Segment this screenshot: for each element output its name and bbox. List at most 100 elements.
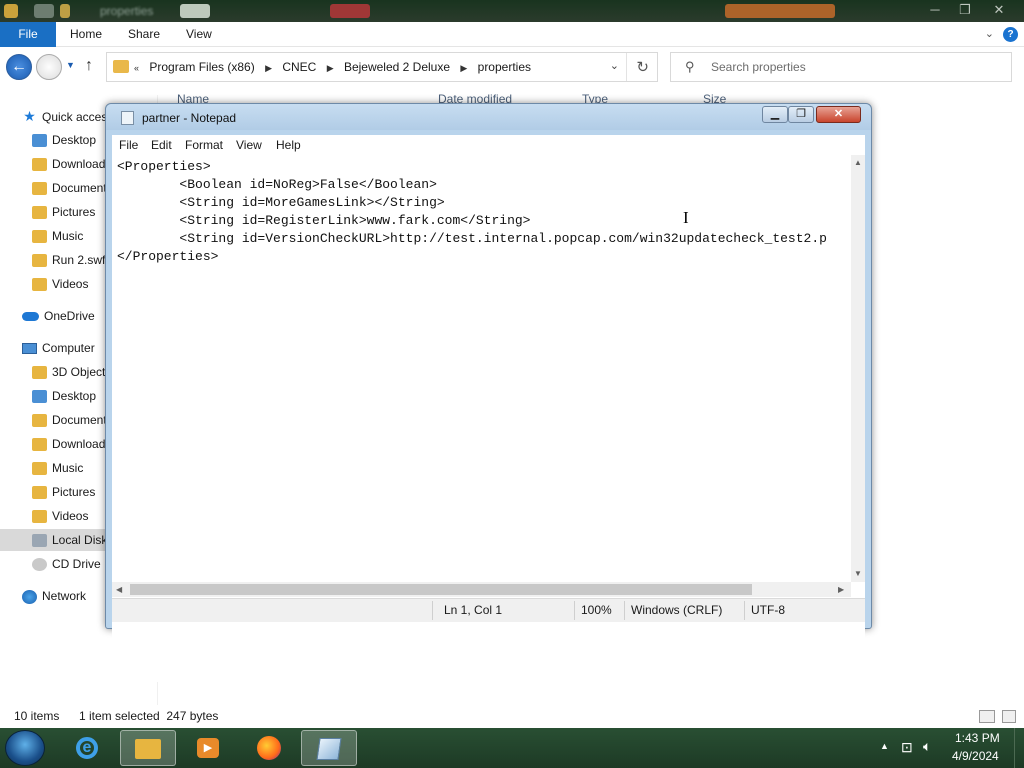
sidebar-item-label: CD Drive <box>52 557 101 571</box>
folder-icon <box>32 254 47 268</box>
back-arrow-icon[interactable]: ← <box>6 54 32 80</box>
firefox-logo <box>257 736 281 760</box>
horizontal-scroll-thumb[interactable] <box>130 584 752 595</box>
tab-home[interactable]: Home <box>56 22 116 47</box>
sidebar-item-label: Quick access <box>42 110 114 124</box>
item-count: 10 items <box>14 709 60 723</box>
encoding: UTF-8 <box>751 603 785 617</box>
firefox-icon[interactable] <box>241 730 297 766</box>
menu-file[interactable]: File <box>119 135 138 155</box>
explorer-app-icon <box>4 4 18 18</box>
ribbon: File Home Share View ⌄ ? <box>0 22 1024 47</box>
drive-icon <box>32 534 47 548</box>
explorer-title: properties <box>100 4 154 18</box>
breadcrumb-item[interactable]: CNEC <box>278 53 320 81</box>
help-icon[interactable]: ? <box>1003 27 1018 42</box>
explorer-status-bar: 10 items 1 item selected 247 bytes <box>0 705 1024 728</box>
tab-share[interactable]: Share <box>114 22 174 47</box>
scroll-up-icon[interactable]: ▲ <box>854 158 862 167</box>
chevron-down-icon[interactable]: ⌄ <box>610 59 619 72</box>
forward-arrow-icon[interactable] <box>36 54 62 80</box>
notepad-title: partner - Notepad <box>142 111 237 125</box>
pictures-folder-icon <box>32 206 47 220</box>
sidebar-item-label: Local Disk <box>52 533 108 547</box>
desktop-folder-icon <box>32 134 47 148</box>
new-folder-icon[interactable] <box>60 4 70 18</box>
media-player-icon[interactable]: ▶ <box>180 730 236 766</box>
tab-view[interactable]: View <box>172 22 226 47</box>
network-status-icon[interactable]: ⊡ <box>901 739 913 756</box>
navigation-bar: ← ▼ ↑ « Program Files (x86) ▶ CNEC ▶ Bej… <box>0 47 1024 87</box>
minimize-icon[interactable]: ─ <box>920 0 950 22</box>
volume-muted-icon[interactable]: 🔈︎ <box>923 738 931 755</box>
maximize-icon[interactable]: ❐ <box>788 106 814 123</box>
quick-access-toolbar[interactable] <box>34 4 54 18</box>
folder-icon <box>113 60 129 73</box>
star-icon: ★ <box>23 108 36 124</box>
documents-folder-icon <box>32 182 47 196</box>
minimize-icon[interactable]: ▁ <box>762 106 788 123</box>
menu-edit[interactable]: Edit <box>151 135 172 155</box>
sidebar-item-label: Run 2.swf <box>52 253 106 267</box>
scroll-left-icon[interactable]: ◀ <box>116 585 122 594</box>
refresh-icon[interactable]: ↻ <box>636 58 649 76</box>
maximize-icon[interactable]: ❐ <box>950 0 980 22</box>
text-content[interactable]: <Properties> <Boolean id=NoReg>False</Bo… <box>117 158 849 583</box>
show-hidden-icons-icon[interactable]: ▲ <box>880 741 889 751</box>
internet-explorer-icon[interactable]: e <box>59 730 115 766</box>
explorer-titlebar: properties ─ ❐ ✕ <box>0 0 1024 22</box>
breadcrumb-chevron-icon[interactable]: ▶ <box>324 54 337 82</box>
breadcrumb-item[interactable]: Program Files (x86) <box>145 53 258 81</box>
sidebar-item-label: Network <box>42 589 87 603</box>
sidebar-item-label: Downloads <box>52 157 112 171</box>
divider <box>626 53 627 81</box>
show-desktop-button[interactable] <box>1014 728 1024 768</box>
folder-icon <box>135 739 161 759</box>
scroll-right-icon[interactable]: ▶ <box>838 585 844 594</box>
expand-ribbon-icon[interactable]: ⌄ <box>985 27 994 40</box>
sidebar-item-label: Downloads <box>52 437 112 451</box>
start-button[interactable] <box>5 730 45 766</box>
breadcrumb-item[interactable]: properties <box>474 53 535 81</box>
up-arrow-icon[interactable]: ↑ <box>85 57 93 75</box>
search-box[interactable]: ⚲ Search properties <box>670 52 1012 82</box>
breadcrumb-chevron-icon[interactable]: ▶ <box>457 54 470 82</box>
sidebar-item-label: Documents <box>52 413 113 427</box>
scroll-down-icon[interactable]: ▼ <box>854 569 862 578</box>
breadcrumb-item[interactable]: Bejeweled 2 Deluxe <box>340 53 454 81</box>
sidebar-item-label: Videos <box>52 509 89 523</box>
sidebar-item-label: Documents <box>52 181 113 195</box>
cd-drive-icon <box>32 558 47 572</box>
sidebar-item-label: Pictures <box>52 205 96 219</box>
notepad-icon[interactable] <box>301 730 357 766</box>
menu-format[interactable]: Format <box>185 135 223 155</box>
sidebar-item-label: Computer <box>42 341 95 355</box>
sidebar-item-label: 3D Objects <box>52 365 112 379</box>
address-bar[interactable]: « Program Files (x86) ▶ CNEC ▶ Bejeweled… <box>106 52 658 82</box>
recent-locations-icon[interactable]: ▼ <box>66 60 75 70</box>
overflow-chevron-icon[interactable]: « <box>131 54 142 82</box>
videos-folder-icon <box>32 278 47 292</box>
large-icons-view-icon[interactable] <box>1002 710 1016 723</box>
close-icon[interactable]: ✕ <box>816 106 861 123</box>
text-cursor-icon: I <box>683 208 689 227</box>
search-icon: ⚲ <box>685 59 695 74</box>
details-view-icon[interactable] <box>979 710 995 723</box>
tab-file[interactable]: File <box>0 22 56 47</box>
breadcrumb-chevron-icon[interactable]: ▶ <box>262 54 275 82</box>
sidebar-item-label: Music <box>52 461 84 475</box>
clock-time[interactable]: 1:43 PM <box>955 731 1000 745</box>
close-icon[interactable]: ✕ <box>984 0 1014 22</box>
file-explorer-icon[interactable] <box>120 730 176 766</box>
desktop-folder-icon <box>32 390 47 404</box>
notepad-logo <box>316 738 342 760</box>
vertical-scrollbar[interactable]: ▲ ▼ <box>851 155 865 582</box>
computer-icon <box>22 343 37 355</box>
menu-help[interactable]: Help <box>276 135 301 155</box>
search-input[interactable]: Search properties <box>711 60 806 74</box>
blurred-element <box>725 4 835 18</box>
notepad-icon <box>121 111 134 125</box>
clock-date[interactable]: 4/9/2024 <box>952 749 999 763</box>
menu-view[interactable]: View <box>236 135 262 155</box>
horizontal-scrollbar[interactable]: ◀ ▶ <box>112 582 851 597</box>
